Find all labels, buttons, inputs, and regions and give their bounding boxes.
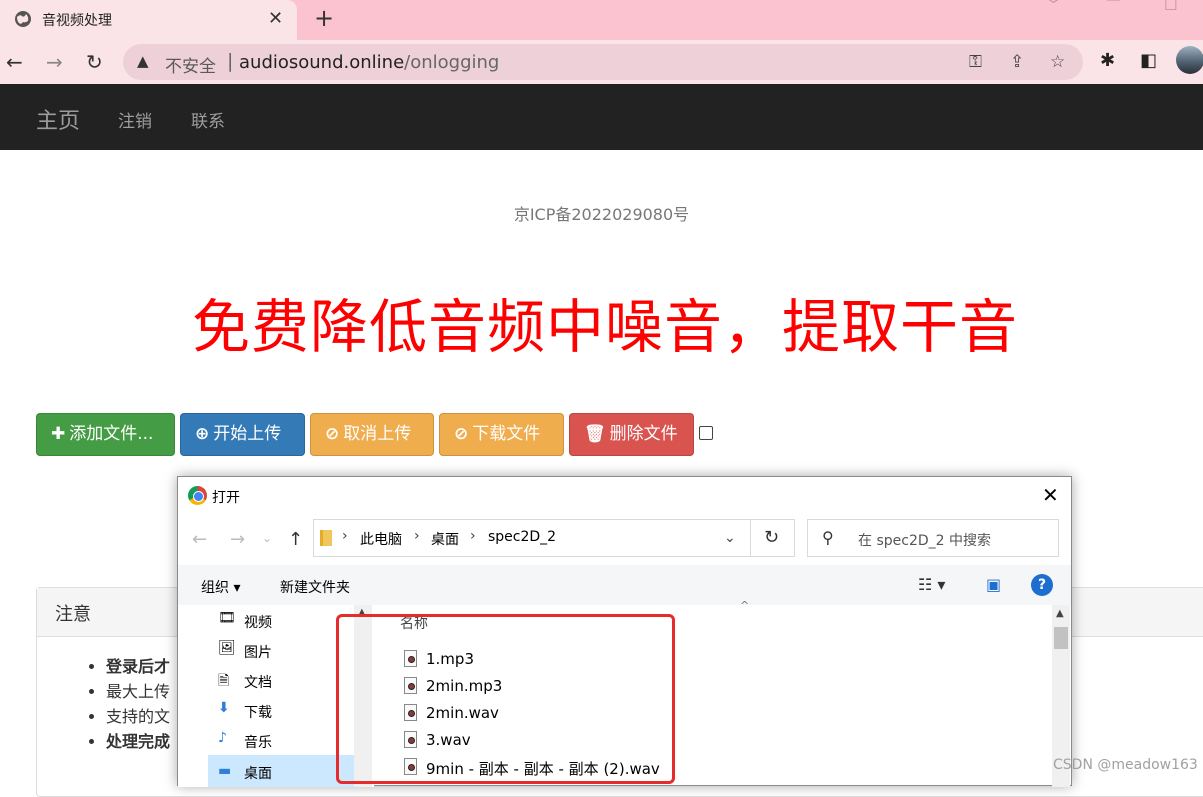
url-host: audiosound.online [239, 52, 405, 73]
help-icon[interactable]: ? [1031, 574, 1053, 596]
maximize-icon[interactable]: ☐ [1164, 0, 1177, 14]
dialog-command-bar: 组织 ▾ 新建文件夹 ☷ ▾ ▣ ? [178, 565, 1071, 605]
notice-list: 登录后才 最大上传 支持的文 处理完成 [106, 654, 170, 754]
organize-button[interactable]: 组织 ▾ [201, 577, 240, 597]
share-icon[interactable]: ⇪ [1010, 52, 1024, 72]
dialog-back-icon[interactable]: ← [192, 529, 207, 550]
notice-title: 注意 [55, 604, 91, 625]
add-files-label: 添加文件... [69, 424, 154, 444]
url-text[interactable]: audiosound.online/onlogging [239, 52, 499, 73]
breadcrumb-chevron-icon[interactable]: › [470, 528, 476, 544]
extensions-icon[interactable]: ✱ [1100, 50, 1115, 71]
sidepanel-icon[interactable]: ◧ [1140, 50, 1157, 71]
download-file-label: 下载文件 [472, 424, 541, 444]
nav-link-contact[interactable]: 联系 [191, 107, 225, 132]
icp-license-text[interactable]: 京ICP备2022029080号 [0, 201, 1203, 225]
back-icon[interactable]: ← [6, 50, 23, 74]
folder-icon [320, 530, 332, 546]
tab-search-chevron-icon[interactable]: ﹀ [1046, 0, 1061, 15]
nav-item-label: 文档 [244, 675, 272, 691]
dialog-refresh-button[interactable]: ↻ [751, 519, 795, 557]
pictures-folder-icon: 🖼 [218, 640, 236, 656]
watermark-text: CSDN @meadow163 [1053, 757, 1198, 773]
dialog-address-bar[interactable]: › 此电脑 › 桌面 › spec2D_2 ⌄ [313, 519, 751, 557]
browser-tab-strip: 音视频处理 ✕ + ﹀ — ☐ [0, 0, 1203, 40]
nav-item-label: 桌面 [244, 766, 272, 782]
select-all-checkbox[interactable] [699, 426, 713, 440]
nav-item-label: 下载 [244, 705, 272, 721]
notice-item: 处理完成 [106, 729, 170, 754]
breadcrumb-chevron-icon[interactable]: › [342, 528, 348, 544]
nav-item-label: 图片 [244, 645, 272, 661]
search-placeholder: 在 spec2D_2 中搜索 [858, 533, 991, 549]
ban-icon: ⊘ [325, 424, 340, 444]
nav-item-desktop[interactable]: ▬ 桌面 [208, 755, 355, 787]
preview-pane-icon[interactable]: ▣ [986, 575, 1001, 594]
view-options-icon[interactable]: ☷ ▾ [918, 575, 945, 594]
warning-icon[interactable]: ▲ [137, 52, 149, 70]
breadcrumb-folder[interactable]: spec2D_2 [488, 529, 556, 545]
new-folder-button[interactable]: 新建文件夹 [280, 577, 350, 597]
browser-tab[interactable]: 音视频处理 ✕ [0, 0, 297, 40]
dialog-title: 打开 [212, 490, 240, 506]
nav-item-label: 音乐 [244, 735, 272, 751]
star-icon[interactable]: ☆ [1050, 52, 1065, 72]
minimize-icon[interactable]: — [1106, 0, 1121, 8]
page-headline: 免费降低音频中噪音，提取干音 [191, 293, 1018, 361]
nav-item-label: 视频 [244, 615, 272, 631]
ban-icon: ⊘ [454, 424, 469, 444]
address-dropdown-icon[interactable]: ⌄ [724, 530, 736, 546]
delete-file-label: 删除文件 [609, 424, 678, 444]
new-tab-icon[interactable]: + [314, 4, 334, 32]
start-upload-button[interactable]: ⊕ 开始上传 [180, 413, 305, 456]
reload-icon[interactable]: ↻ [86, 50, 103, 74]
documents-folder-icon: 🗎 [218, 673, 230, 689]
scrollbar-thumb[interactable] [1054, 627, 1068, 649]
cancel-upload-label: 取消上传 [343, 424, 412, 444]
forward-icon[interactable]: → [46, 50, 63, 74]
download-folder-icon: ⬇ [218, 700, 230, 716]
breadcrumb-this-pc[interactable]: 此电脑 [360, 529, 402, 549]
address-bar[interactable]: ▲ 不安全 | audiosound.online/onlogging ⚿ ⇪ … [123, 44, 1083, 80]
url-path: /onlogging [404, 52, 500, 73]
start-upload-label: 开始上传 [213, 424, 282, 444]
breadcrumb-chevron-icon[interactable]: › [414, 528, 420, 544]
browser-toolbar: ← → ↻ ▲ 不安全 | audiosound.online/onloggin… [0, 40, 1203, 84]
tab-close-icon[interactable]: ✕ [268, 8, 283, 29]
dialog-close-icon[interactable]: ✕ [1042, 483, 1059, 507]
cancel-upload-button[interactable]: ⊘ 取消上传 [310, 413, 434, 456]
upload-circle-icon: ⊕ [195, 424, 210, 444]
notice-item: 最大上传 [106, 679, 170, 704]
security-label[interactable]: 不安全 [165, 52, 216, 77]
desktop-folder-icon: ▬ [218, 763, 232, 779]
globe-icon [15, 11, 31, 27]
plus-icon: ✚ [51, 424, 66, 444]
highlight-annotation-box [336, 614, 675, 784]
profile-avatar[interactable] [1176, 46, 1203, 74]
notice-item: 登录后才 [106, 654, 170, 679]
dialog-recent-chevron-icon[interactable]: ⌄ [262, 531, 272, 545]
breadcrumb-desktop[interactable]: 桌面 [431, 529, 459, 549]
notice-item: 支持的文 [106, 704, 170, 729]
dialog-search-input[interactable]: ⚲ 在 spec2D_2 中搜索 [807, 519, 1059, 557]
nav-brand-home[interactable]: 主页 [36, 103, 80, 135]
scroll-up-icon[interactable]: ▲ [1056, 608, 1064, 619]
chrome-logo-icon [188, 486, 207, 505]
refresh-icon: ↻ [764, 527, 780, 548]
music-folder-icon: ♪ [218, 730, 227, 746]
add-files-button[interactable]: ✚ 添加文件... [36, 413, 175, 456]
sort-caret-icon[interactable]: ^ [740, 599, 749, 612]
key-icon[interactable]: ⚿ [969, 52, 982, 72]
site-navbar: 主页 注销 联系 [0, 84, 1203, 150]
search-icon: ⚲ [822, 528, 834, 547]
trash-icon: 🗑 [584, 424, 606, 444]
address-separator: | [227, 50, 234, 72]
delete-file-button[interactable]: 🗑 删除文件 [569, 413, 694, 456]
tab-title: 音视频处理 [42, 13, 112, 29]
download-file-button[interactable]: ⊘ 下载文件 [439, 413, 564, 456]
dialog-forward-icon[interactable]: → [230, 529, 245, 550]
video-folder-icon: 🎞 [218, 610, 236, 626]
nav-link-logout[interactable]: 注销 [118, 107, 152, 132]
dialog-up-icon[interactable]: ↑ [288, 529, 303, 550]
